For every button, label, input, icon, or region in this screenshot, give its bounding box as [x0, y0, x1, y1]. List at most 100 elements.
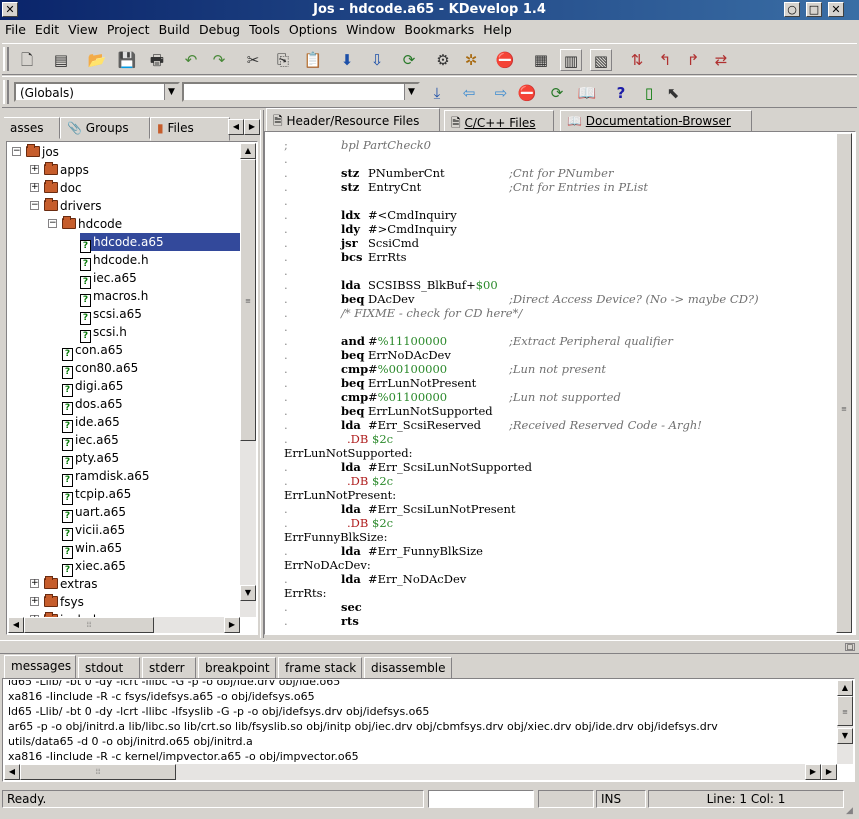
menu-build[interactable]: Build — [154, 20, 194, 37]
tree-file[interactable]: ? uart.a65 — [62, 503, 126, 523]
menu-view[interactable]: View — [63, 20, 102, 37]
tab-messages[interactable]: messages — [4, 655, 76, 679]
tab-scroll-left-icon[interactable]: ◀ — [228, 119, 244, 135]
tree-vscrollbar[interactable]: ▲ ≡ ▼ — [240, 143, 256, 617]
class-wizard-icon[interactable]: ⤓ — [426, 82, 448, 104]
open-file-icon[interactable]: 📂 — [86, 49, 108, 71]
redo-icon[interactable]: ↷ — [208, 49, 230, 71]
copy-icon[interactable]: ⎘ — [272, 49, 294, 71]
scroll-left-icon[interactable]: ◀ — [8, 617, 24, 633]
expand-icon[interactable]: + — [30, 165, 39, 174]
tab-documentation-browser[interactable]: 📖 Documentation-Browser — [560, 110, 752, 132]
menu-project[interactable]: Project — [102, 20, 154, 37]
help-icon[interactable]: ? — [610, 82, 632, 104]
bookmark-toggle-icon[interactable]: ⇅ — [626, 49, 648, 71]
output-scroll-thumb[interactable]: ≡ — [837, 696, 853, 726]
menu-tools[interactable]: Tools — [244, 20, 284, 37]
output-hscrollbar[interactable]: ◀ ⦙⦙⦙ ▶ ▶ — [4, 764, 837, 780]
scroll-right-icon[interactable]: ▶ — [805, 764, 821, 780]
stop-browse-icon[interactable]: ⛔ — [516, 82, 538, 104]
scroll-right-end-icon[interactable]: ▶ — [821, 764, 837, 780]
tree-file[interactable]: ? hdcode.h — [80, 251, 149, 271]
tree-scroll-thumb[interactable]: ≡ — [240, 159, 256, 441]
tree-file[interactable]: ? scsi.h — [80, 323, 127, 343]
tree-file[interactable]: ? macros.h — [80, 287, 148, 307]
editor-vscrollbar[interactable]: ≡ — [836, 133, 852, 633]
menu-help[interactable]: Help — [478, 20, 516, 37]
tab-header-resource-files[interactable]: 🗎 Header/Resource Files — [266, 108, 440, 133]
collapse-icon[interactable]: − — [30, 201, 39, 210]
tab-scroll-right-icon[interactable]: ▶ — [244, 119, 260, 135]
execute-icon[interactable]: ✲ — [460, 49, 482, 71]
rebuild-icon[interactable]: ⟳ — [398, 49, 420, 71]
scroll-down-icon[interactable]: ▼ — [240, 585, 256, 601]
messages-output[interactable]: ld65 -Llib/ -bt 0 -dy -lcrt -llibc -G -p… — [4, 680, 837, 764]
open-project-icon[interactable]: ▤ — [50, 49, 72, 71]
bookmark-next-icon[interactable]: ↱ — [682, 49, 704, 71]
tab-frame-stack[interactable]: frame stack — [278, 657, 362, 679]
tab-disassemble[interactable]: disassemble — [364, 657, 452, 679]
scroll-down-icon[interactable]: ▼ — [837, 728, 853, 744]
back-icon[interactable]: ⇦ — [458, 82, 480, 104]
horizontal-splitter[interactable]: □ — [0, 640, 859, 654]
tree-file[interactable]: ? vicii.a65 — [62, 521, 125, 541]
tree-file[interactable]: ? ramdisk.a65 — [62, 467, 150, 487]
code-editor[interactable]: ; bpl PartCheck0.. stz PNumberCnt ;Cnt for P… — [266, 133, 836, 633]
collapse-icon[interactable]: − — [12, 147, 21, 156]
tree-hscrollbar[interactable]: ◀ ⦙⦙⦙ ▶ — [8, 617, 240, 633]
make-icon[interactable]: ⇩ — [366, 49, 388, 71]
expand-icon[interactable]: + — [30, 183, 39, 192]
tab-breakpoint[interactable]: breakpoint — [198, 657, 276, 679]
output-view-icon[interactable]: ▥ — [560, 49, 582, 71]
tree-hscroll-thumb[interactable]: ⦙⦙⦙ — [24, 617, 154, 633]
expand-icon[interactable]: + — [30, 597, 39, 606]
toolbar-grip-2[interactable] — [3, 80, 9, 104]
method-combo[interactable]: ▼ — [182, 82, 420, 102]
tree-file[interactable]: ? win.a65 — [62, 539, 122, 559]
tab-stdout[interactable]: stdout — [78, 657, 140, 679]
tree-file[interactable]: ? iec.a65 — [80, 269, 137, 289]
menu-options[interactable]: Options — [284, 20, 341, 37]
new-file-icon[interactable]: 🗋 — [16, 49, 38, 71]
tab-c-cpp-files[interactable]: 🗎 C/C++ Files — [444, 110, 554, 132]
toolbar-grip[interactable] — [3, 47, 9, 71]
tab-groups[interactable]: 📎 Groups — [60, 117, 150, 139]
window-close-button[interactable]: ✕ — [828, 2, 844, 17]
tree-folder[interactable]: fsys — [44, 593, 84, 611]
bookmark-prev-icon[interactable]: ↰ — [654, 49, 676, 71]
stop-icon[interactable]: ⛔ — [494, 49, 516, 71]
output-hscroll-thumb[interactable]: ⦙⦙⦙ — [20, 764, 176, 780]
compile-file-icon[interactable]: ⬇ — [336, 49, 358, 71]
tree-file[interactable]: ? ide.a65 — [62, 413, 120, 433]
book-icon[interactable]: 📖 — [576, 82, 598, 104]
tree-folder[interactable]: apps — [44, 161, 89, 179]
tree-file[interactable]: ? dos.a65 — [62, 395, 123, 415]
doc-icon[interactable]: ▯ — [638, 82, 660, 104]
resize-grip-icon[interactable]: ◢ — [846, 806, 858, 818]
refresh-icon[interactable]: ⟳ — [546, 82, 568, 104]
tab-files[interactable]: ▮ Files — [150, 117, 230, 141]
expand-icon[interactable]: + — [30, 579, 39, 588]
collapse-icon[interactable]: − — [48, 219, 57, 228]
tree-file[interactable]: ? con80.a65 — [62, 359, 138, 379]
tree-file[interactable]: ? digi.a65 — [62, 377, 123, 397]
tree-file[interactable]: ? hdcode.a65 — [80, 233, 240, 253]
tab-stderr[interactable]: stderr — [142, 657, 196, 679]
scroll-up-icon[interactable]: ▲ — [240, 143, 256, 159]
print-icon[interactable]: 🖶 — [146, 49, 168, 71]
undock-icon[interactable]: □ — [845, 643, 855, 651]
restore-icon[interactable]: ○ — [784, 2, 800, 17]
tree-file[interactable]: ? scsi.a65 — [80, 305, 142, 325]
tree-file[interactable]: ? xiec.a65 — [62, 557, 126, 577]
cut-icon[interactable]: ✂ — [242, 49, 264, 71]
menu-file[interactable]: File — [0, 20, 30, 37]
scroll-left-icon[interactable]: ◀ — [4, 764, 20, 780]
tree-file[interactable]: ? tcpip.a65 — [62, 485, 131, 505]
tree-folder[interactable]: doc — [44, 179, 82, 197]
menu-edit[interactable]: Edit — [30, 20, 63, 37]
whats-this-icon[interactable]: ⬉ — [662, 82, 684, 104]
tree-file[interactable]: ? iec.a65 — [62, 431, 119, 451]
scroll-up-icon[interactable]: ▲ — [837, 680, 853, 696]
tree-view-icon[interactable]: ▦ — [530, 49, 552, 71]
bookmark-clear-icon[interactable]: ⇄ — [710, 49, 732, 71]
